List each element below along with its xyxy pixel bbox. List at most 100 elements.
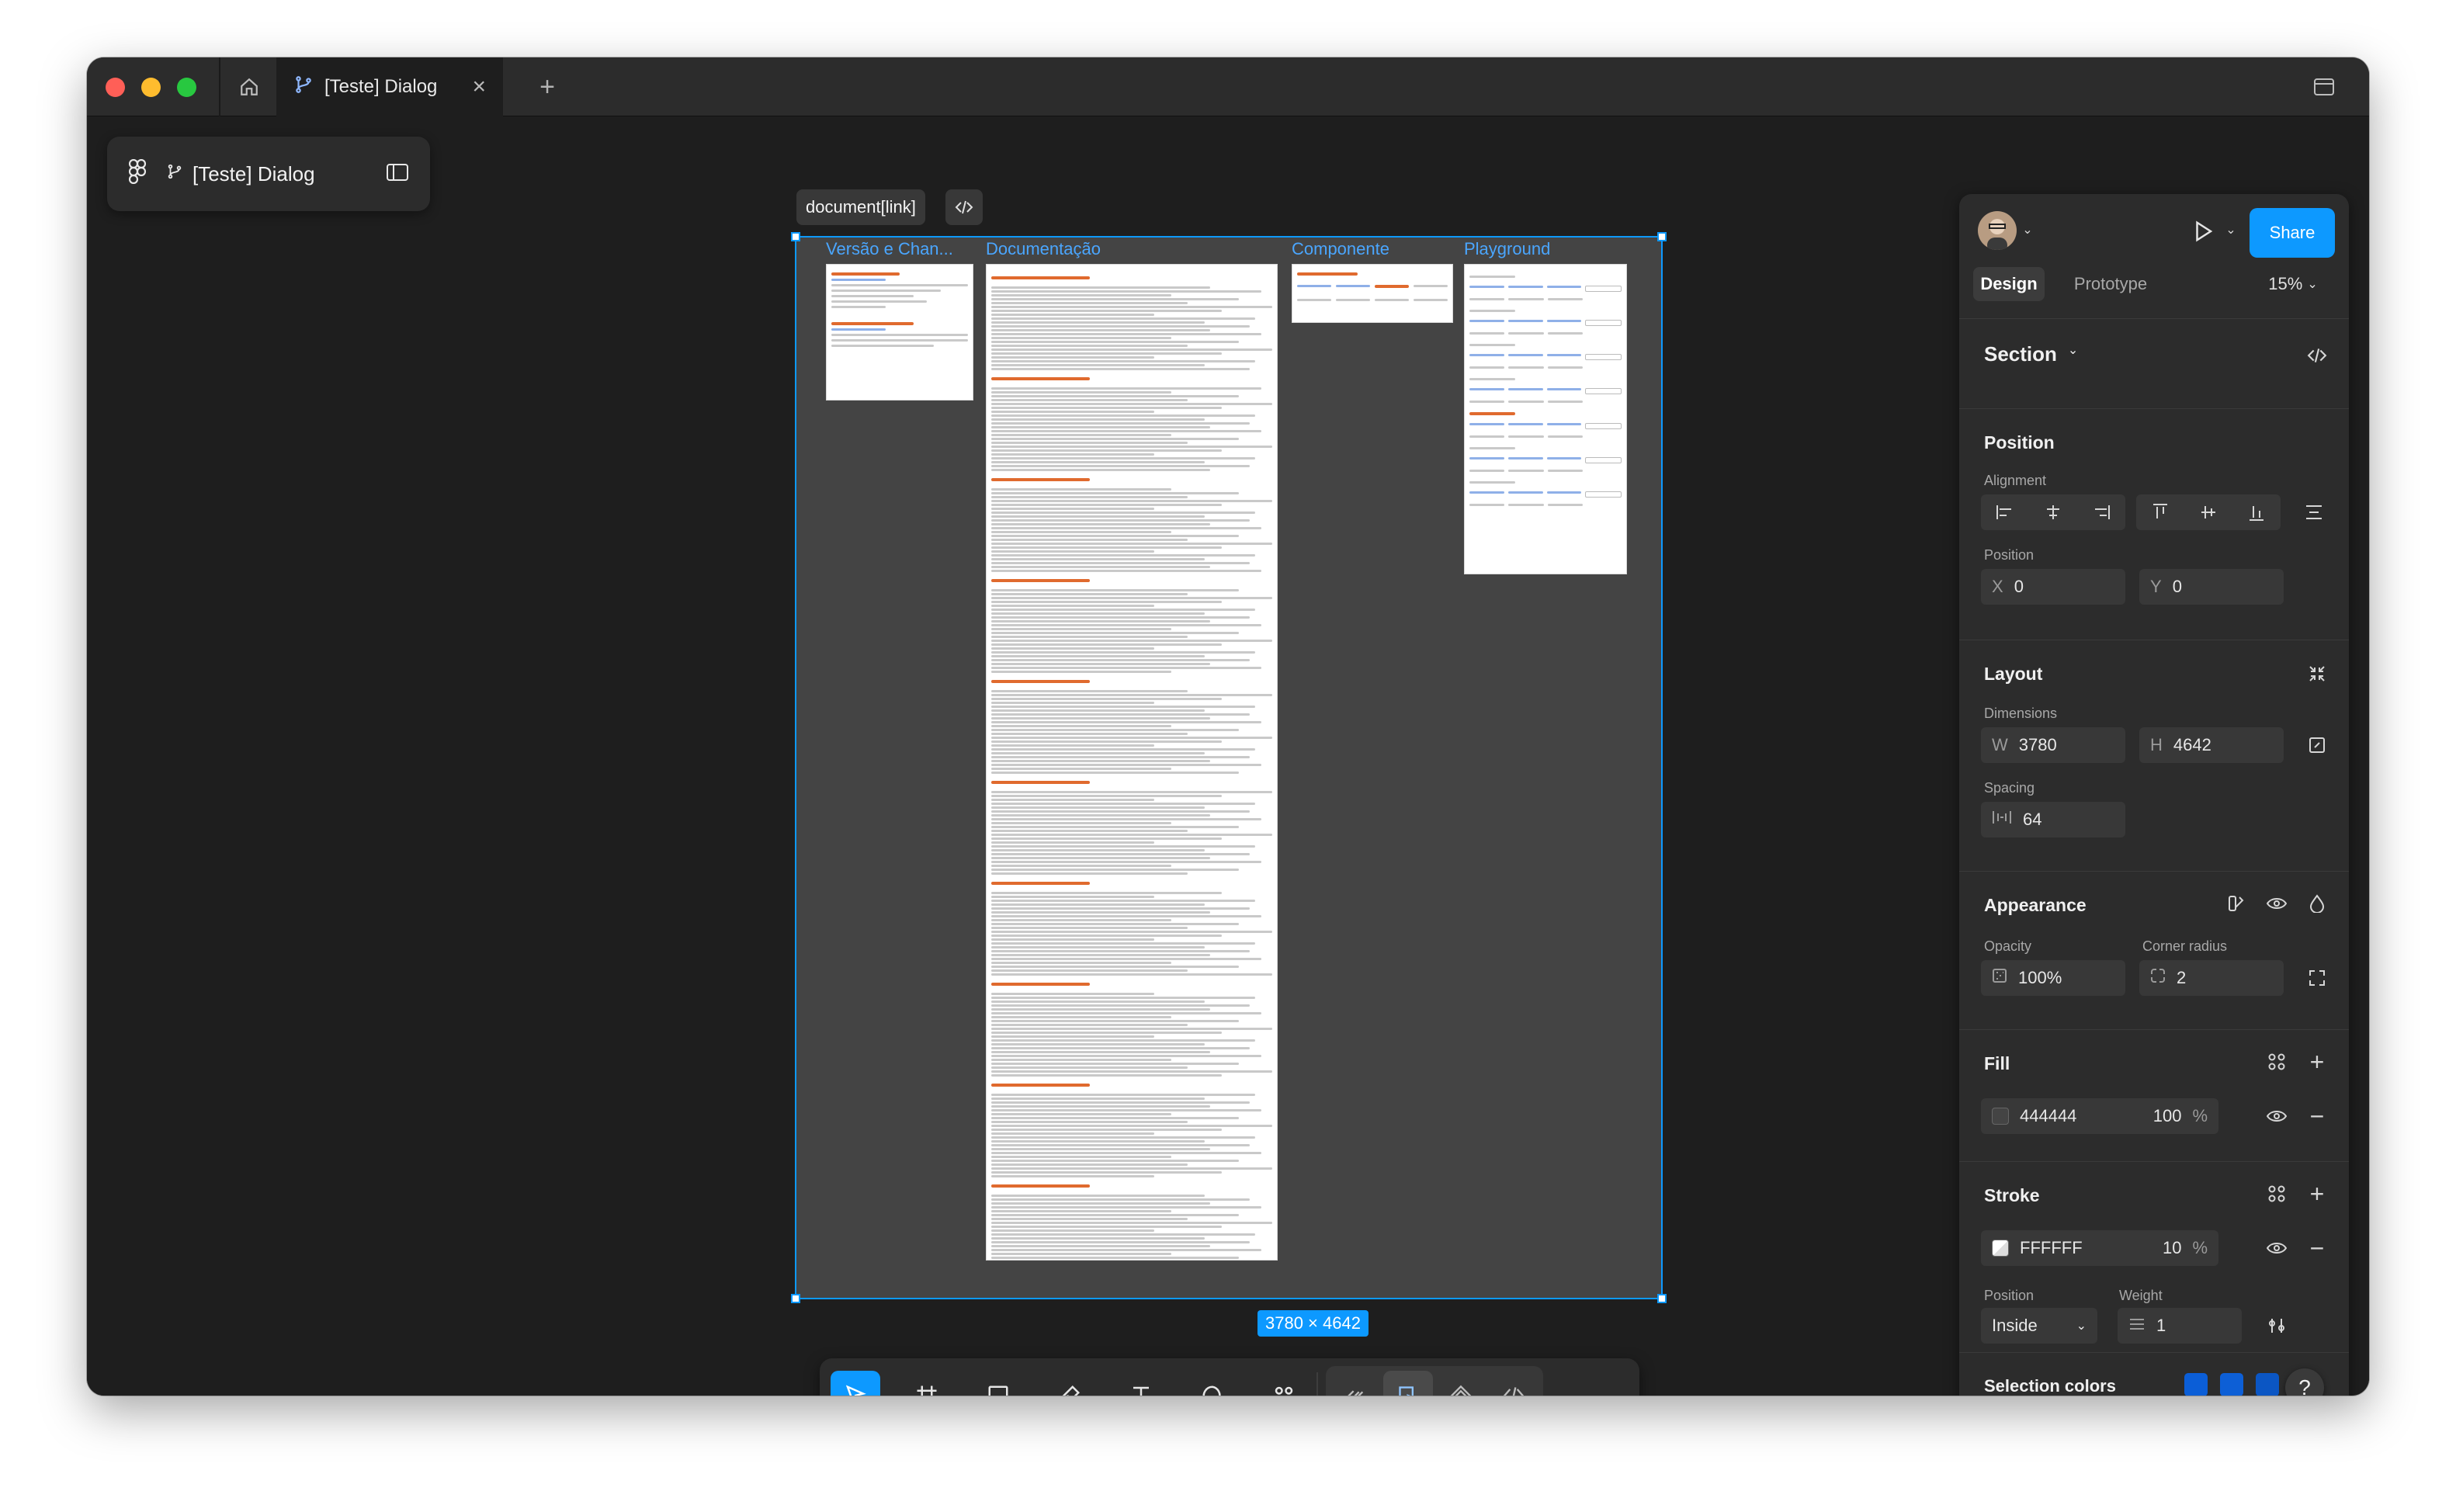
styles-grid-icon[interactable] — [2263, 1049, 2290, 1075]
chevron-down-icon[interactable]: ⌄ — [1166, 1389, 1188, 1396]
add-fill-icon[interactable]: + — [2304, 1048, 2330, 1076]
independent-corners-icon[interactable] — [2304, 965, 2330, 991]
corner-radius-field[interactable]: 2 — [2139, 960, 2284, 996]
panel-toggle-icon[interactable] — [387, 162, 408, 186]
align-right-icon[interactable] — [2077, 494, 2125, 530]
file-menu-card[interactable]: [Teste] Dialog — [107, 137, 430, 211]
tab-design[interactable]: Design — [1973, 267, 2045, 301]
resize-handle[interactable] — [1657, 232, 1667, 241]
chevron-down-icon[interactable]: ⌄ — [1237, 1389, 1259, 1396]
stroke-color-field[interactable]: FFFFFF 10 % — [1981, 1230, 2218, 1266]
constrain-proportions-icon[interactable] — [2304, 732, 2330, 758]
frame-documentacao[interactable] — [986, 264, 1278, 1261]
pen-tool-icon[interactable] — [1045, 1371, 1094, 1396]
frame-playground[interactable] — [1464, 264, 1627, 574]
chevron-down-icon[interactable]: ⌄ — [2223, 222, 2239, 238]
close-tab-icon[interactable]: × — [472, 74, 486, 100]
code-icon[interactable] — [2304, 342, 2330, 369]
blend-mode-icon[interactable] — [2304, 890, 2330, 917]
selection-name-label[interactable]: document[link] — [796, 189, 925, 225]
chevron-down-icon[interactable]: ⌄ — [1094, 1389, 1116, 1396]
minimize-window-button[interactable] — [141, 78, 161, 97]
close-window-button[interactable] — [106, 78, 125, 97]
zoom-dropdown[interactable]: 15% ⌄ — [2262, 267, 2324, 301]
canvas[interactable]: [Teste] Dialog document[link] Versão e C… — [87, 116, 2369, 1396]
remove-stroke-icon[interactable]: − — [2304, 1234, 2330, 1262]
design-mode-icon[interactable] — [1383, 1371, 1433, 1396]
chevron-down-icon[interactable]: ⌄ — [880, 1389, 902, 1396]
resize-handle[interactable] — [791, 1294, 800, 1303]
stroke-position-select[interactable]: Inside ⌄ — [1981, 1308, 2097, 1344]
eye-icon[interactable] — [2263, 1235, 2290, 1261]
collapse-layout-icon[interactable] — [2304, 661, 2330, 687]
selection-color-swatch[interactable] — [2256, 1373, 2279, 1396]
selection-color-swatch[interactable] — [2184, 1373, 2208, 1396]
doc-text-line — [991, 1047, 1251, 1049]
app-window: [Teste] Dialog × + [Teste] Dialog docume… — [87, 57, 2369, 1396]
figma-logo-icon[interactable] — [128, 158, 147, 189]
actions-tool-icon[interactable] — [1259, 1371, 1309, 1396]
frame-tool-icon[interactable] — [902, 1371, 952, 1396]
doc-text-line — [991, 1125, 1272, 1127]
share-button[interactable]: Share — [2250, 208, 2335, 258]
dev-mode-icon[interactable] — [1489, 1371, 1538, 1396]
comment-tool-icon[interactable] — [1188, 1371, 1237, 1396]
sidebar-toggle-icon[interactable] — [2309, 71, 2340, 102]
stroke-swatch[interactable] — [1992, 1240, 2009, 1257]
chevron-down-icon[interactable]: ⌄ — [2020, 222, 2035, 238]
styles-grid-icon[interactable] — [2263, 1181, 2290, 1207]
distribute-icon[interactable] — [2301, 499, 2327, 525]
y-field[interactable]: Y0 — [2139, 569, 2284, 605]
maximize-window-button[interactable] — [177, 78, 196, 97]
align-center-h-icon[interactable] — [2029, 494, 2077, 530]
eye-icon[interactable] — [2263, 890, 2290, 917]
remove-fill-icon[interactable]: − — [2304, 1102, 2330, 1130]
frame-title-playground[interactable]: Playground — [1464, 239, 1550, 259]
fill-color-field[interactable]: 444444 100 % — [1981, 1098, 2218, 1134]
resize-handle[interactable] — [1657, 1294, 1667, 1303]
section-type-dropdown[interactable]: Section ⌄ — [1984, 342, 2078, 366]
add-stroke-icon[interactable]: + — [2304, 1180, 2330, 1208]
rectangle-tool-icon[interactable] — [973, 1371, 1023, 1396]
doc-text-line — [991, 702, 1154, 704]
x-field[interactable]: X0 — [1981, 569, 2125, 605]
component-mode-icon[interactable] — [1436, 1371, 1486, 1396]
tab-prototype[interactable]: Prototype — [2060, 267, 2161, 301]
height-field[interactable]: H 4642 — [2139, 727, 2284, 763]
frame-versao[interactable] — [826, 264, 973, 401]
chevron-down-icon[interactable]: ⌄ — [1023, 1389, 1045, 1396]
selection-color-swatch[interactable] — [2220, 1373, 2243, 1396]
selected-section[interactable]: Versão e Chan... Documentação Componente… — [791, 232, 1667, 1303]
file-tab[interactable]: [Teste] Dialog × — [276, 57, 503, 116]
file-name[interactable]: [Teste] Dialog — [193, 162, 315, 186]
stroke-weight-field[interactable]: 1 — [2118, 1308, 2242, 1344]
chevron-down-icon[interactable]: ⌄ — [952, 1389, 973, 1396]
frame-title-versao[interactable]: Versão e Chan... — [826, 239, 966, 259]
move-tool-icon[interactable] — [831, 1371, 880, 1396]
new-tab-icon[interactable]: + — [522, 57, 573, 116]
stroke-settings-icon[interactable] — [2263, 1313, 2290, 1339]
text-tool-icon[interactable] — [1116, 1371, 1166, 1396]
resize-handle[interactable] — [791, 232, 800, 241]
align-top-icon[interactable] — [2136, 494, 2184, 530]
avatar[interactable] — [1978, 211, 2017, 250]
doc-text-line — [991, 869, 1239, 871]
width-field[interactable]: W 3780 — [1981, 727, 2125, 763]
help-button[interactable]: ? — [2285, 1368, 2324, 1396]
align-middle-icon[interactable] — [2184, 494, 2232, 530]
eye-icon[interactable] — [2263, 1103, 2290, 1129]
frame-title-componente[interactable]: Componente — [1292, 239, 1389, 259]
frame-title-documentacao[interactable]: Documentação — [986, 239, 1101, 259]
opacity-field[interactable]: 100% — [1981, 960, 2125, 996]
variable-mode-icon[interactable] — [2223, 890, 2250, 917]
spacing-field[interactable]: 64 — [1981, 802, 2125, 837]
align-left-icon[interactable] — [1981, 494, 2029, 530]
frame-componente[interactable] — [1292, 264, 1453, 323]
home-icon[interactable] — [224, 57, 275, 116]
align-bottom-icon[interactable] — [2232, 494, 2281, 530]
draw-mode-icon[interactable] — [1330, 1371, 1380, 1396]
present-icon[interactable] — [2187, 216, 2218, 247]
fill-swatch[interactable] — [1992, 1108, 2009, 1125]
doc-text-line — [991, 663, 1211, 665]
code-icon[interactable] — [945, 189, 983, 225]
